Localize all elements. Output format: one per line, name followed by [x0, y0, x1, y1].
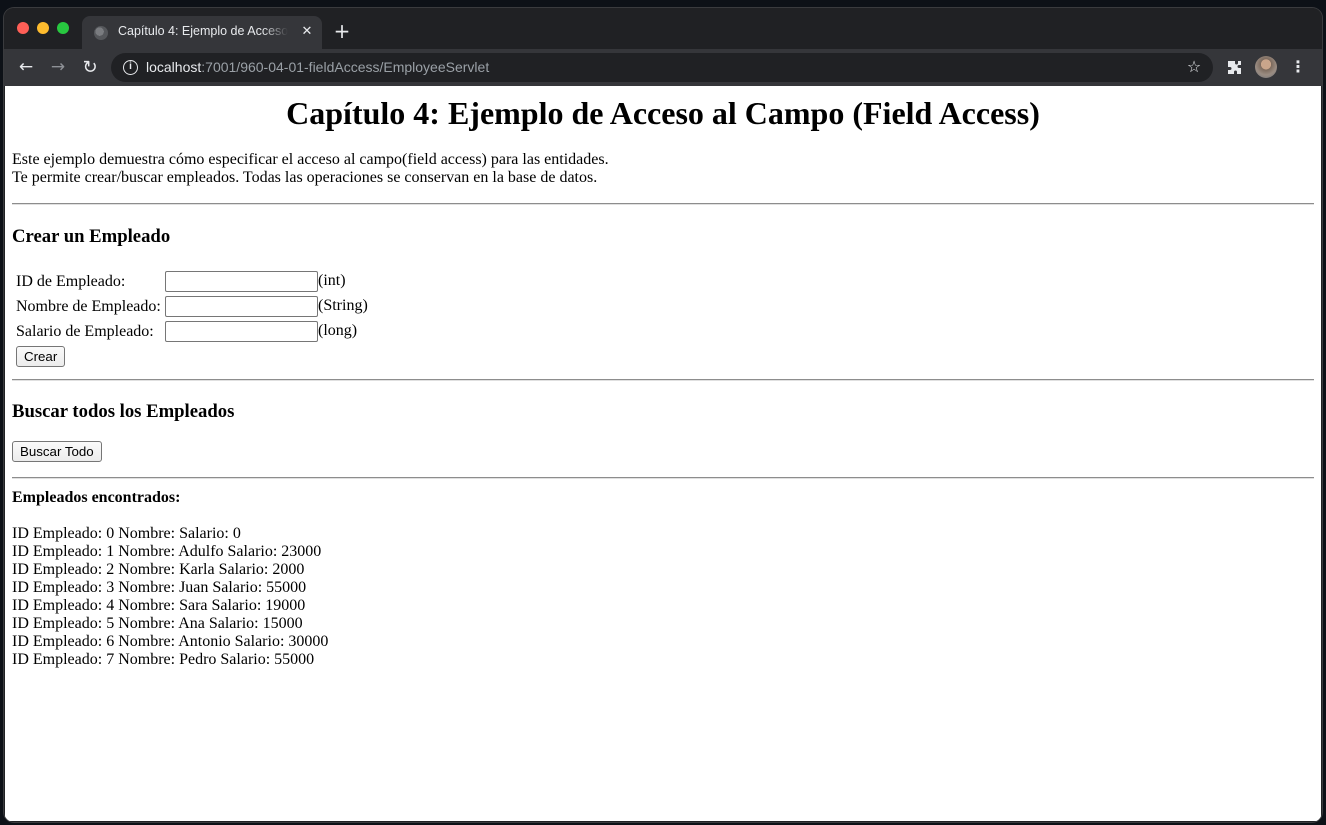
divider: [12, 477, 1314, 479]
create-employee-heading: Crear un Empleado: [12, 226, 171, 247]
form-row-id: ID de Empleado: (int): [15, 270, 369, 293]
page-content: Capítulo 4: Ejemplo de Acceso al Campo (…: [5, 95, 1321, 669]
browser-toolbar: ← → ↻ i localhost:7001/960-04-01-fieldAc…: [4, 49, 1322, 86]
browser-window: Capítulo 4: Ejemplo de Acceso al Campo (…: [4, 8, 1322, 822]
employee-name-cell: (String): [164, 295, 369, 318]
employee-salary-type-hint: (long): [318, 322, 358, 340]
close-icon[interactable]: ✕: [298, 23, 316, 41]
employee-name-type-hint: (String): [318, 297, 368, 315]
employee-id-input[interactable]: [165, 271, 318, 292]
employee-salary-cell: (long): [164, 320, 369, 343]
info-icon[interactable]: i: [123, 60, 138, 75]
intro-line-1: Este ejemplo demuestra cómo especificar …: [12, 151, 609, 168]
submit-cell: Crear: [15, 345, 369, 368]
star-icon[interactable]: ☆: [1183, 56, 1205, 78]
page-title: Capítulo 4: Ejemplo de Acceso al Campo (…: [286, 95, 1040, 131]
found-employees-heading: Empleados encontrados:: [12, 489, 181, 506]
form-row-name: Nombre de Empleado: (String): [15, 295, 369, 318]
employee-name-label: Nombre de Empleado:: [16, 297, 161, 315]
kebab-menu-icon[interactable]: ⋮: [1288, 56, 1308, 78]
employee-salary-label: Salario de Empleado:: [16, 322, 154, 340]
tab-title: Capítulo 4: Ejemplo de Acceso al Campo (…: [118, 24, 288, 38]
list-item: ID Empleado: 7 Nombre: Pedro Salario: 55…: [12, 651, 315, 668]
arrow-left-icon[interactable]: ←: [13, 55, 39, 81]
employee-salary-input[interactable]: [165, 321, 318, 342]
employee-id-type-hint: (int): [318, 272, 346, 290]
create-button[interactable]: Crear: [16, 346, 66, 367]
list-item: ID Empleado: 1 Nombre: Adulfo Salario: 2…: [12, 543, 322, 560]
employee-results-list: ID Empleado: 0 Nombre: Salario: 0 ID Emp…: [12, 525, 1314, 669]
address-bar[interactable]: i localhost:7001/960-04-01-fieldAccess/E…: [111, 53, 1213, 82]
search-all-button[interactable]: Buscar Todo: [12, 441, 102, 462]
intro-text: Este ejemplo demuestra cómo especificar …: [12, 151, 1314, 187]
zoom-window-button[interactable]: [57, 22, 69, 34]
avatar[interactable]: [1255, 56, 1277, 78]
tab-active[interactable]: Capítulo 4: Ejemplo de Acceso al Campo (…: [82, 16, 322, 49]
search-button-row: Buscar Todo: [12, 441, 1314, 462]
list-item: ID Empleado: 3 Nombre: Juan Salario: 550…: [12, 579, 307, 596]
list-item: ID Empleado: 5 Nombre: Ana Salario: 1500…: [12, 615, 303, 632]
url-text[interactable]: localhost:7001/960-04-01-fieldAccess/Emp…: [146, 59, 489, 75]
create-employee-form: ID de Empleado: (int) Nombre de Empleado…: [13, 268, 371, 370]
divider: [12, 203, 1314, 205]
employee-id-label: ID de Empleado:: [16, 272, 126, 290]
intro-line-2: Te permite crear/buscar empleados. Todas…: [12, 169, 598, 186]
globe-icon: [94, 26, 108, 40]
employee-name-input[interactable]: [165, 296, 318, 317]
reload-icon[interactable]: ↻: [77, 55, 103, 81]
arrow-right-icon[interactable]: →: [45, 55, 71, 81]
list-item: ID Empleado: 0 Nombre: Salario: 0: [12, 525, 241, 542]
list-item: ID Empleado: 2 Nombre: Karla Salario: 20…: [12, 561, 305, 578]
list-item: ID Empleado: 4 Nombre: Sara Salario: 190…: [12, 597, 306, 614]
close-window-button[interactable]: [17, 22, 29, 34]
search-all-heading: Buscar todos los Empleados: [12, 401, 235, 422]
divider: [12, 379, 1314, 381]
minimize-window-button[interactable]: [37, 22, 49, 34]
plus-icon[interactable]: +: [330, 20, 354, 44]
form-row-submit: Crear: [15, 345, 369, 368]
form-row-salary: Salario de Empleado: (long): [15, 320, 369, 343]
tab-strip: Capítulo 4: Ejemplo de Acceso al Campo (…: [4, 8, 1322, 49]
url-path: :7001/960-04-01-fieldAccess/EmployeeServ…: [201, 59, 490, 75]
puzzle-icon[interactable]: [1225, 58, 1245, 78]
employee-id-cell: (int): [164, 270, 369, 293]
page-viewport: Capítulo 4: Ejemplo de Acceso al Campo (…: [5, 86, 1321, 821]
list-item: ID Empleado: 6 Nombre: Antonio Salario: …: [12, 633, 329, 650]
url-host: localhost: [146, 59, 202, 75]
